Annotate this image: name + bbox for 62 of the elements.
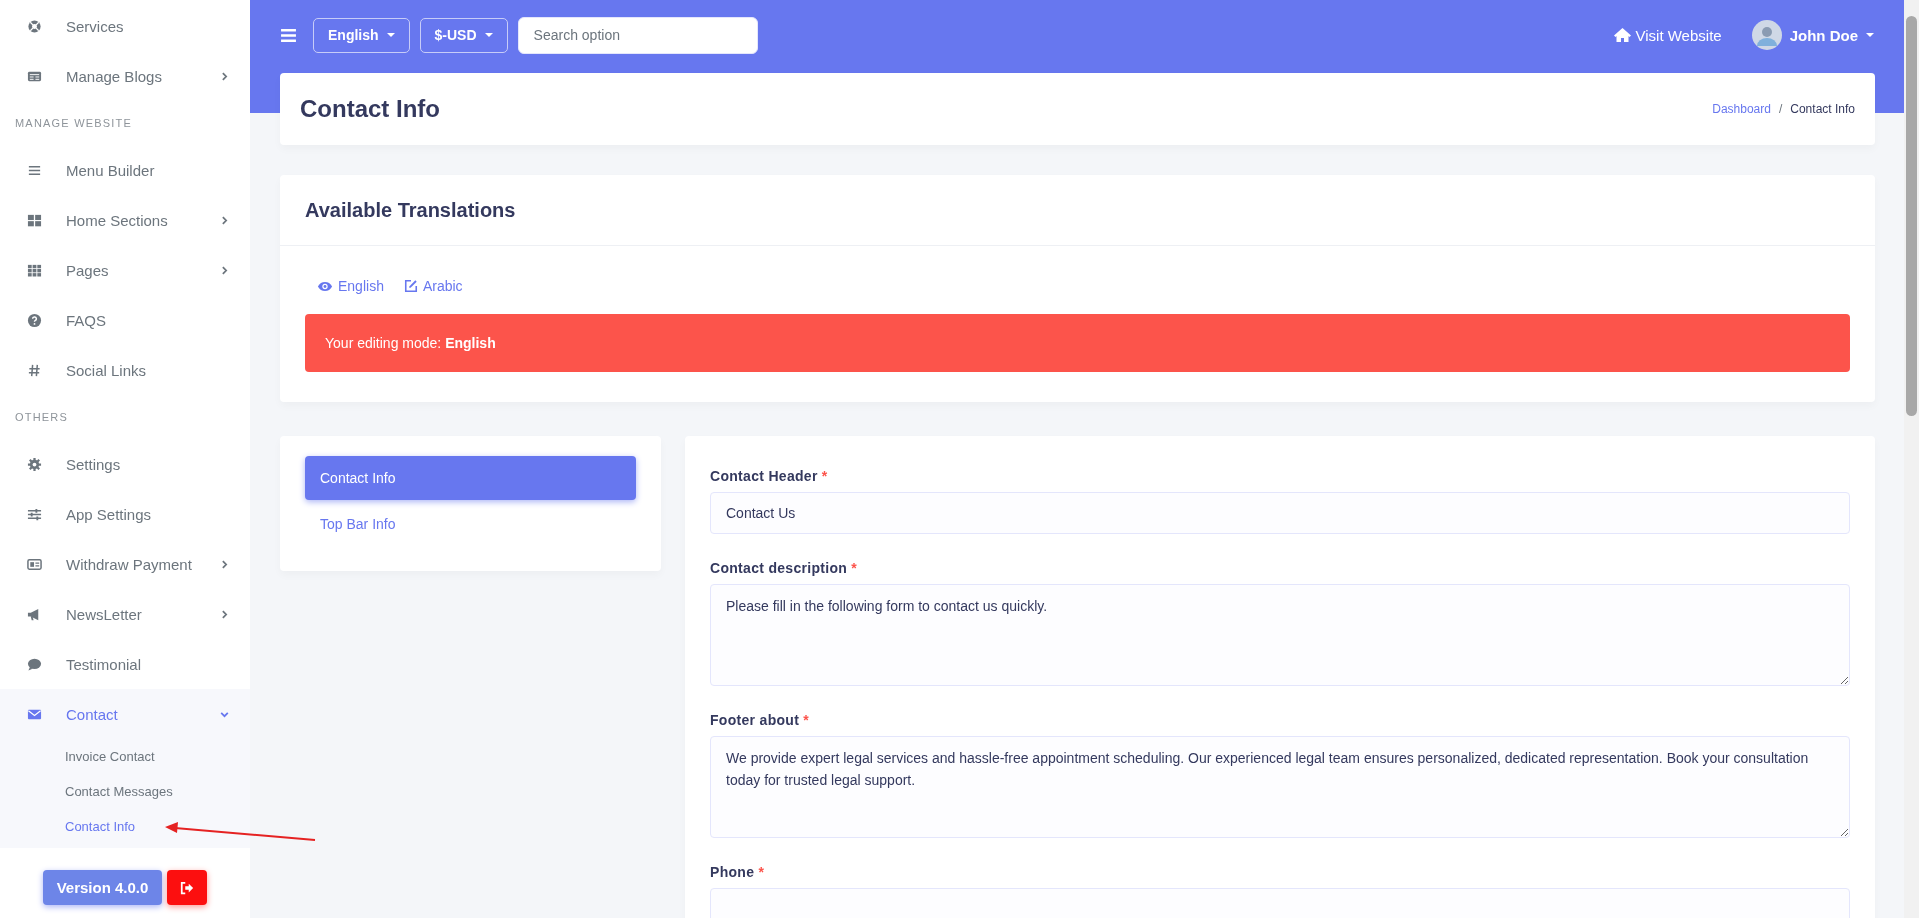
caret-icon (1866, 33, 1874, 37)
sidebar-item[interactable]: Pages (0, 245, 250, 295)
breadcrumb-link[interactable]: Dashboard (1712, 102, 1771, 116)
field-label: Footer about * (710, 712, 811, 728)
breadcrumb-separator: / (1778, 102, 1783, 116)
grid-icon (27, 212, 42, 228)
input-field[interactable]: Contact Us (710, 492, 1850, 534)
tab[interactable]: Top Bar Info (305, 502, 636, 546)
sidebar-item[interactable]: Social Links (0, 345, 250, 395)
language-link[interactable]: English (317, 278, 384, 294)
visit-website-link[interactable]: Visit Website (1612, 26, 1722, 44)
submenu-item[interactable]: Contact Messages (0, 774, 250, 809)
sidebar-item[interactable]: App Settings (0, 489, 250, 539)
gear-icon (27, 456, 42, 472)
scrollbar[interactable] (1904, 0, 1919, 918)
submenu-item[interactable]: Invoice Contact (0, 739, 250, 774)
sidebar-item[interactable]: Manage Blogs (0, 51, 250, 101)
eye-icon (317, 280, 333, 292)
currency-dropdown[interactable]: $-USD (419, 17, 508, 53)
language-dropdown[interactable]: English (313, 17, 410, 53)
edit-icon (403, 279, 418, 293)
field-label: Phone * (710, 864, 766, 880)
alert-message: Your editing mode: English (305, 314, 1850, 372)
question-icon (27, 312, 42, 328)
sliders-icon (27, 506, 42, 522)
breadcrumb-text: Contact Info (1790, 102, 1855, 116)
user-menu[interactable]: John Doe (1751, 20, 1874, 50)
version-button[interactable]: Version 4.0.0 (42, 870, 163, 905)
logout-button[interactable] (167, 870, 208, 905)
field-label: Contact Header * (710, 468, 829, 484)
page-title: Contact Info (300, 95, 440, 123)
search-field[interactable]: Search option (517, 16, 758, 54)
hash-icon (27, 362, 42, 378)
sidebar-item[interactable]: Services (0, 1, 250, 51)
sidebar-item[interactable]: Settings (0, 439, 250, 489)
field-label: Contact description * (710, 560, 859, 576)
card-icon (27, 556, 42, 572)
text-area-field[interactable]: We provide expert legal services and hassle-free appointment scheduling. Our experienced legal team ensures personalized, dedicated representation. Book your consultation today for trusted legal support. (710, 736, 1850, 838)
sidebar-item[interactable]: Contact (0, 689, 250, 739)
apps-icon (27, 262, 42, 278)
logout-icon (180, 880, 195, 895)
input-field[interactable] (710, 888, 1850, 918)
sidebar-item[interactable]: Menu Builder (0, 145, 250, 195)
caret-icon (484, 33, 493, 37)
tab[interactable]: Contact Info (305, 456, 636, 500)
sidebar-item[interactable]: Withdraw Payment (0, 539, 250, 589)
avatar (1751, 20, 1782, 50)
sidebar-item[interactable]: Testimonial (0, 639, 250, 689)
menu-icon[interactable] (280, 27, 297, 43)
sidebar-item[interactable]: NewsLetter (0, 589, 250, 639)
text-area-field[interactable]: Please fill in the following form to contact us quickly. (710, 584, 1850, 686)
card-title: Available Translations (305, 198, 516, 222)
menu-heading: OTHERS (14, 410, 70, 425)
caret-icon (386, 33, 395, 37)
chat-icon (27, 656, 42, 672)
submenu-item[interactable]: Contact Info (0, 809, 250, 844)
sidebar-item[interactable]: Home Sections (0, 195, 250, 245)
lifebuoy-icon (27, 18, 42, 34)
language-link[interactable]: Arabic (403, 278, 463, 294)
home-icon (1612, 27, 1632, 43)
menu-heading: MANAGE WEBSITE (14, 116, 134, 131)
sidebar-item[interactable]: FAQS (0, 295, 250, 345)
